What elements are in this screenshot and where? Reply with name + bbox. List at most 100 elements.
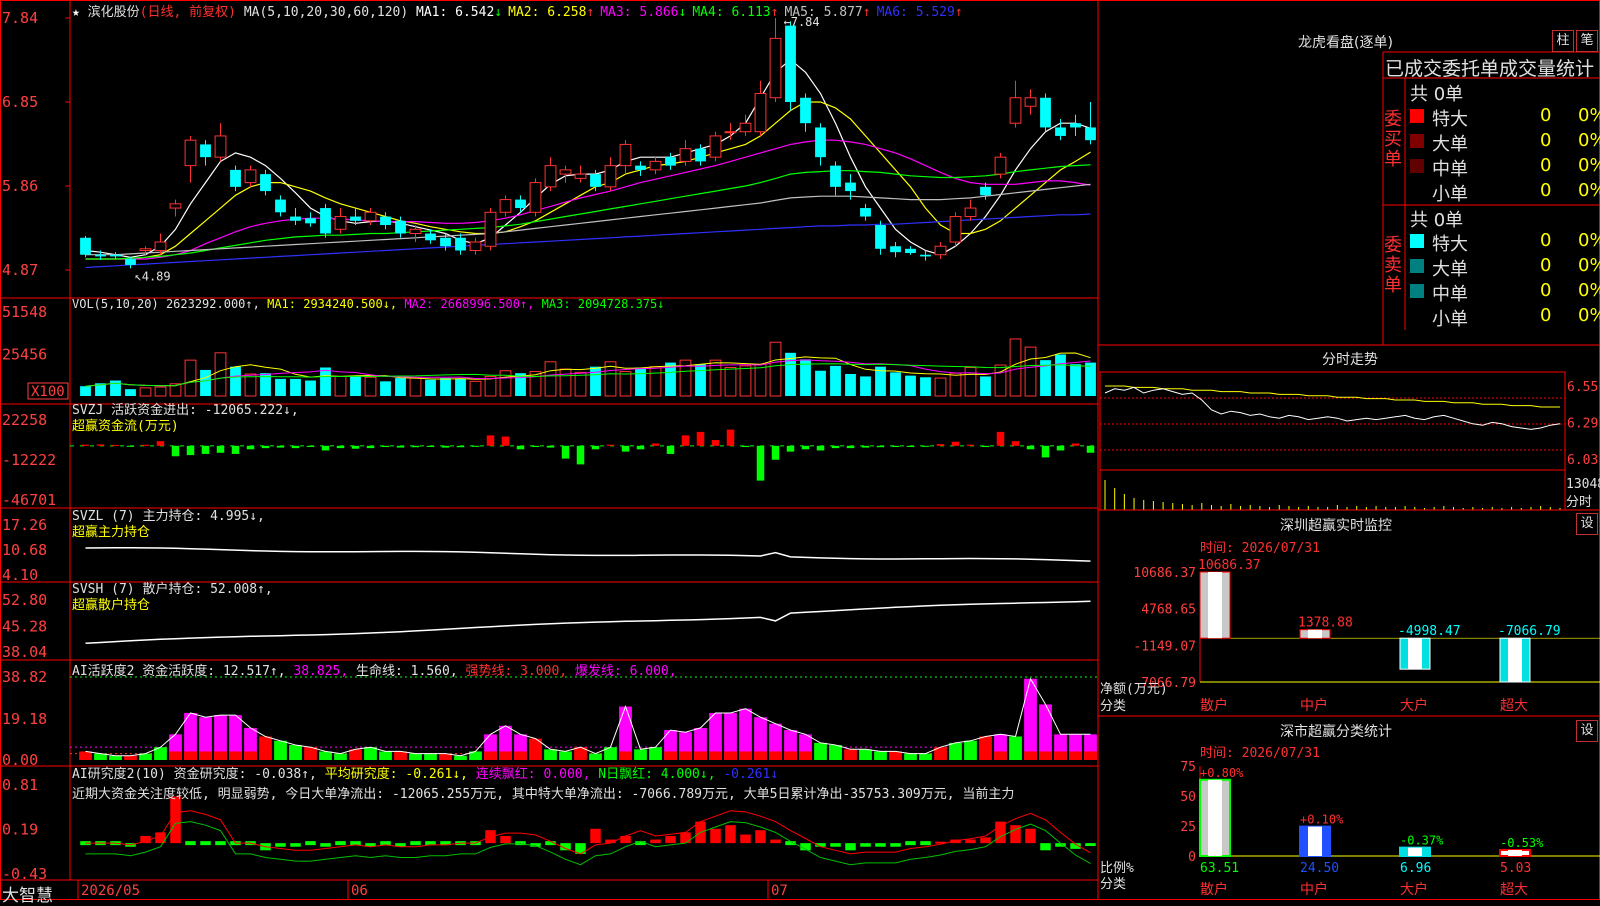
fund-outflow-bar <box>1026 445 1035 450</box>
sell-swatch <box>1410 309 1424 323</box>
candle-up <box>409 228 422 235</box>
buy-name: 大单 <box>1432 134 1468 155</box>
buy-pct: 0% <box>1578 105 1600 126</box>
monitor-tick-label: 10686.37 <box>1133 566 1196 581</box>
svzl-legend: SVZL (7) 主力持仓: 4.995↓, 超赢主力持仓 <box>72 509 265 541</box>
class-bar-highlight <box>1208 779 1222 856</box>
candle-up <box>1024 97 1037 107</box>
volume-bar-up <box>559 368 572 397</box>
class-value-label: 6.96 <box>1400 861 1431 876</box>
activity-bar <box>859 749 872 760</box>
buy-name: 中单 <box>1432 159 1468 180</box>
research-bar <box>1085 843 1096 847</box>
volume-bar-up <box>154 386 167 397</box>
fund-inflow-bar <box>726 429 735 446</box>
research-bar <box>770 839 781 844</box>
svzl-line <box>85 547 1091 562</box>
activity-bar <box>949 742 962 760</box>
candle-up <box>949 216 962 243</box>
class-change-label: -0.53% <box>1500 836 1544 850</box>
buy-pct: 0% <box>1578 155 1600 176</box>
class-category-label: 散户 <box>1200 881 1228 898</box>
candle-up <box>559 169 572 175</box>
candle-down <box>830 165 841 187</box>
activity-base-bar <box>694 751 707 760</box>
ma-params: MA(5,10,20,30,60,120) <box>243 5 409 20</box>
research-flat-bar <box>920 841 931 846</box>
fund-outflow-bar <box>411 445 420 448</box>
intraday-unit-label: 分时 <box>1566 495 1592 510</box>
sell-swatch <box>1410 234 1424 248</box>
svzj-tick-label: -12222 <box>2 451 56 469</box>
candle-up <box>604 165 617 188</box>
volume-bar-down <box>425 379 436 396</box>
fund-outflow-bar <box>426 445 435 447</box>
research-cont-red: 连续飘红: 0.000, <box>467 767 591 782</box>
candle-down <box>890 246 901 253</box>
class-tick-label: 75 <box>1180 760 1196 775</box>
class-value-label: 63.51 <box>1200 861 1239 876</box>
activity-bar <box>1009 736 1022 760</box>
activity-bar <box>409 753 422 760</box>
candle-up <box>964 207 977 218</box>
candle-down <box>95 254 106 257</box>
fund-outflow-bar <box>666 445 675 454</box>
sell-side-label: 委卖单 <box>1384 235 1402 296</box>
class-xlabel: 分类 <box>1100 877 1126 892</box>
fund-outflow-bar <box>441 445 450 448</box>
monitor-xlabel: 分类 <box>1100 699 1126 714</box>
research-bar <box>755 830 766 844</box>
volume-bar-down <box>350 375 361 396</box>
monitor-tick-label: -1149.07 <box>1133 639 1196 654</box>
activity-bar <box>814 742 827 760</box>
fund-outflow-bar <box>1041 445 1050 458</box>
monitor-bar-3 <box>1499 637 1531 683</box>
brand-label: 大智慧 <box>2 886 53 906</box>
bar-mode-button[interactable]: 柱 <box>1552 30 1574 52</box>
volume-bar-down <box>635 367 646 396</box>
fund-outflow-bar <box>126 445 135 447</box>
research-bar <box>875 843 886 847</box>
activity-bar <box>919 753 932 760</box>
candle-up <box>994 156 1007 175</box>
activity-bar <box>109 755 122 760</box>
ai-research-legend: AI研究度2(10) 资金研究度: -0.038↑, 平均研究度: -0.261… <box>72 765 1098 805</box>
activity-base-bar <box>199 751 212 760</box>
research-bar <box>620 835 631 844</box>
volume-bar-up <box>364 376 377 397</box>
lhb-header: 已成交委托单成交量统计 <box>1385 58 1595 80</box>
sz-monitor-settings-button[interactable]: 设 <box>1576 513 1598 535</box>
class-bar-highlight <box>1408 847 1422 856</box>
research-bar <box>710 828 721 844</box>
candle-down <box>635 165 646 170</box>
research-bar <box>650 839 661 844</box>
sz-class-time: 时间: 2026/07/31 <box>1200 746 1320 761</box>
vol-unit-label: X100 <box>31 384 65 400</box>
volume-bar-up <box>754 363 767 397</box>
buy-name: 特大 <box>1432 109 1468 130</box>
candle-down <box>875 225 886 249</box>
activity-base-bar <box>184 751 197 760</box>
sell-name: 中单 <box>1432 284 1468 305</box>
sz-class-settings-button[interactable]: 设 <box>1576 720 1598 742</box>
intraday-title: 分时走势 <box>1322 352 1378 368</box>
fund-outflow-bar <box>546 445 555 448</box>
activity-base-bar <box>994 751 1007 760</box>
monitor-ylabel: 净额(万元) <box>1100 682 1168 697</box>
volume-bar-down <box>275 378 286 396</box>
tick-mode-button[interactable]: 笔 <box>1576 30 1598 52</box>
price-tick-label: 4.87 <box>2 261 38 279</box>
research-bar <box>965 839 976 844</box>
fund-outflow-bar <box>1086 445 1095 453</box>
monitor-value-label: -7066.79 <box>1498 624 1561 639</box>
candle-down <box>395 220 406 234</box>
trend-arrow-icon: ↑ <box>770 5 779 20</box>
candle-up <box>334 216 347 230</box>
research-bar <box>995 821 1006 844</box>
intraday-price-label: 6.03 <box>1567 453 1598 468</box>
volume-bar-up <box>649 366 662 397</box>
price-tick-label: 5.86 <box>2 177 38 195</box>
fund-outflow-bar <box>891 445 900 447</box>
buy-name: 小单 <box>1432 184 1468 205</box>
fund-outflow-bar <box>396 445 405 448</box>
